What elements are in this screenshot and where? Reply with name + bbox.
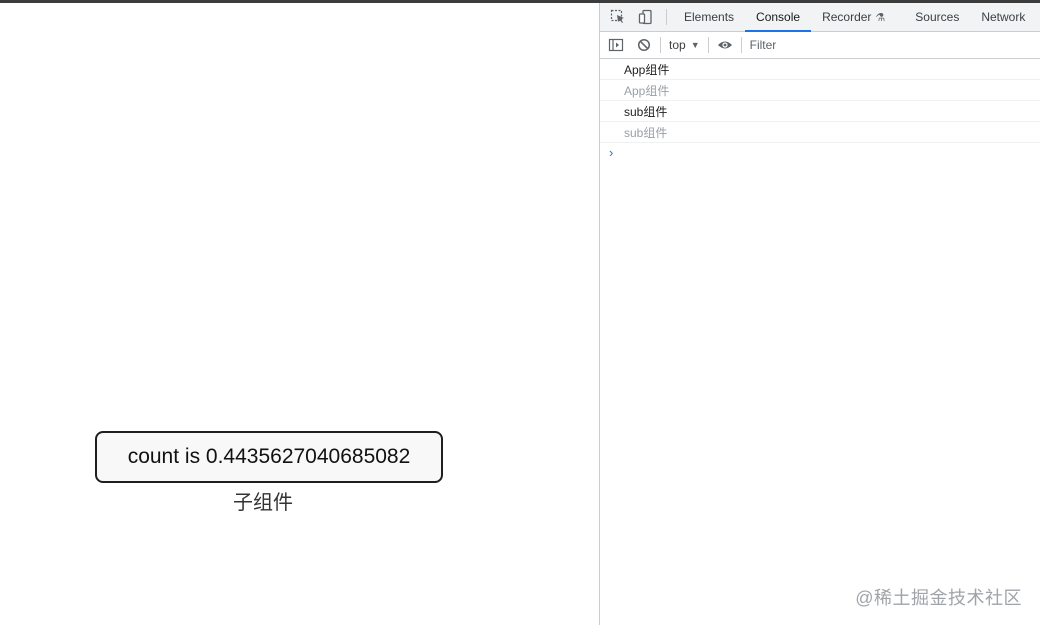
tab-elements[interactable]: Elements	[673, 3, 745, 31]
toolbar-separator	[740, 37, 742, 53]
console-message: sub组件	[600, 122, 1040, 143]
console-filter-input[interactable]	[747, 34, 1034, 56]
count-button[interactable]: count is 0.4435627040685082	[95, 431, 443, 483]
tab-console[interactable]: Console	[745, 3, 812, 32]
console-log: App组件 App组件 sub组件 sub组件 ›	[600, 59, 1040, 161]
toolbar-separator	[660, 37, 661, 53]
watermark: @稀土掘金技术社区	[855, 588, 1022, 608]
clear-console-icon[interactable]	[630, 31, 658, 59]
tab-recorder[interactable]: Recorder ⚗	[811, 3, 896, 31]
devtools-tab-bar: Elements Console Recorder ⚗ Sources Netw…	[600, 3, 1040, 32]
live-expression-eye-icon[interactable]	[711, 31, 739, 59]
console-message: App组件	[600, 59, 1040, 80]
toolbar-separator	[707, 37, 709, 53]
console-message: App组件	[600, 80, 1040, 101]
device-toolbar-icon[interactable]	[632, 3, 660, 31]
context-selector-label: top	[669, 38, 686, 52]
devtools-panel: Elements Console Recorder ⚗ Sources Netw…	[599, 3, 1040, 625]
console-message: sub组件	[600, 101, 1040, 122]
tab-separator	[666, 9, 667, 25]
child-component-label: 子组件	[233, 492, 293, 514]
prompt-chevron-icon: ›	[609, 144, 614, 160]
console-prompt[interactable]: ›	[600, 143, 1040, 161]
show-sidebar-icon[interactable]	[602, 31, 630, 59]
flask-icon: ⚗	[875, 11, 886, 24]
app-page: count is 0.4435627040685082 子组件	[0, 3, 599, 625]
context-selector[interactable]: top ▼	[663, 38, 706, 52]
tab-sources[interactable]: Sources	[904, 3, 970, 31]
tab-recorder-label: Recorder	[822, 10, 872, 24]
tab-network[interactable]: Network	[970, 3, 1036, 31]
console-toolbar: top ▼	[600, 32, 1040, 59]
caret-down-icon: ▼	[690, 40, 700, 50]
inspect-element-icon[interactable]	[604, 3, 632, 31]
